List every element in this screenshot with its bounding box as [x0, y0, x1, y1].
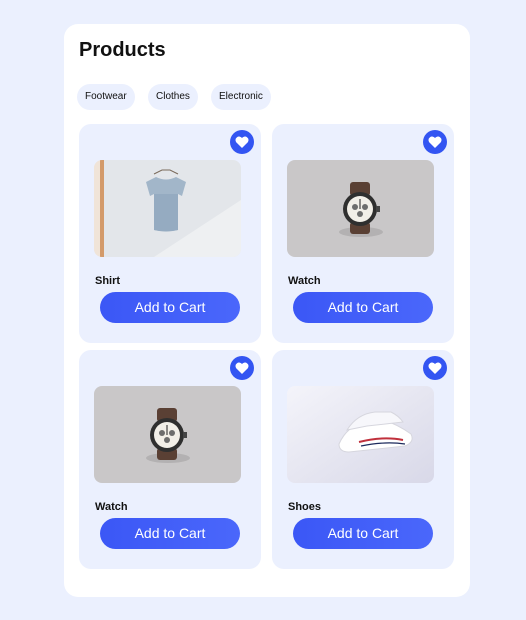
product-image-shoes	[287, 386, 434, 483]
products-panel: Products Footwear Clothes Electronic Shi…	[64, 24, 470, 597]
product-card: Shoes Add to Cart	[272, 350, 454, 569]
product-image-watch	[94, 386, 241, 483]
product-name: Watch	[288, 275, 321, 287]
page-title: Products	[79, 39, 166, 61]
product-card: Shirt Add to Cart	[79, 124, 261, 343]
add-to-cart-button[interactable]: Add to Cart	[100, 292, 240, 323]
category-chip-electronic[interactable]: Electronic	[211, 84, 271, 110]
product-name: Shirt	[95, 275, 121, 287]
product-card: Watch Add to Cart	[272, 124, 454, 343]
product-image-shirt	[94, 160, 241, 257]
heart-icon[interactable]	[423, 356, 447, 380]
product-card: Watch Add to Cart	[79, 350, 261, 569]
product-name: Shoes	[288, 501, 322, 513]
product-image-watch	[287, 160, 434, 257]
category-chip-footwear[interactable]: Footwear	[77, 84, 135, 110]
category-chip-clothes[interactable]: Clothes	[148, 84, 198, 110]
add-to-cart-button[interactable]: Add to Cart	[100, 518, 240, 549]
product-name: Watch	[95, 501, 128, 513]
heart-icon[interactable]	[230, 130, 254, 154]
add-to-cart-button[interactable]: Add to Cart	[293, 518, 433, 549]
heart-icon[interactable]	[230, 356, 254, 380]
heart-icon[interactable]	[423, 130, 447, 154]
add-to-cart-button[interactable]: Add to Cart	[293, 292, 433, 323]
